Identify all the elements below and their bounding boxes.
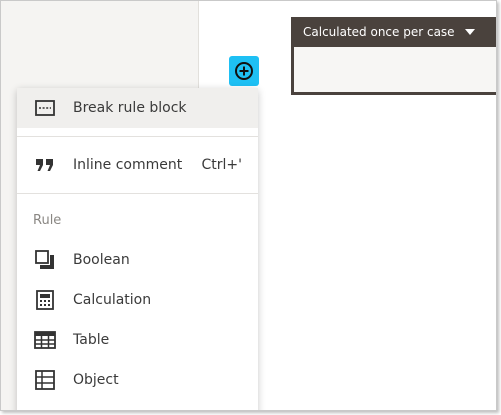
menu-divider bbox=[17, 193, 258, 194]
menu-item-label: Table bbox=[73, 332, 110, 348]
editor-window: Calculated once per case Break rule bloc… bbox=[0, 0, 497, 411]
section-label-rule: Rule bbox=[33, 213, 62, 228]
quote-icon bbox=[33, 153, 57, 177]
menu-divider bbox=[17, 136, 258, 137]
menu-item-label: Boolean bbox=[73, 252, 130, 268]
object-icon bbox=[33, 368, 57, 392]
scope-dropdown[interactable]: Calculated once per case bbox=[294, 17, 496, 47]
menu-item-table[interactable]: Table bbox=[17, 320, 258, 360]
menu-item-label: Calculation bbox=[73, 292, 152, 308]
menu-item-boolean[interactable]: Boolean bbox=[17, 240, 258, 280]
caret-down-icon bbox=[464, 29, 475, 35]
shortcut-label: Ctrl+' bbox=[201, 157, 243, 173]
menu-item-inline-comment[interactable]: Inline comment Ctrl+' bbox=[17, 145, 258, 185]
rule-block-header: Calculated once per case bbox=[291, 17, 496, 95]
add-block-button[interactable] bbox=[229, 56, 259, 86]
table-icon bbox=[33, 328, 57, 352]
menu-item-label: Inline comment bbox=[73, 157, 183, 173]
insert-menu: Break rule block Inline comment Ctrl+' R… bbox=[17, 88, 258, 410]
calculator-icon bbox=[33, 288, 57, 312]
break-rule-icon bbox=[33, 96, 57, 120]
menu-item-calculation[interactable]: Calculation bbox=[17, 280, 258, 320]
menu-item-object[interactable]: Object bbox=[17, 360, 258, 400]
menu-item-label: Break rule block bbox=[73, 100, 187, 116]
scope-dropdown-label: Calculated once per case bbox=[303, 25, 455, 39]
menu-item-break-rule-block[interactable]: Break rule block bbox=[17, 88, 258, 128]
menu-item-label: Object bbox=[73, 372, 119, 388]
plus-circle-icon bbox=[235, 62, 253, 80]
boolean-icon bbox=[33, 248, 57, 272]
